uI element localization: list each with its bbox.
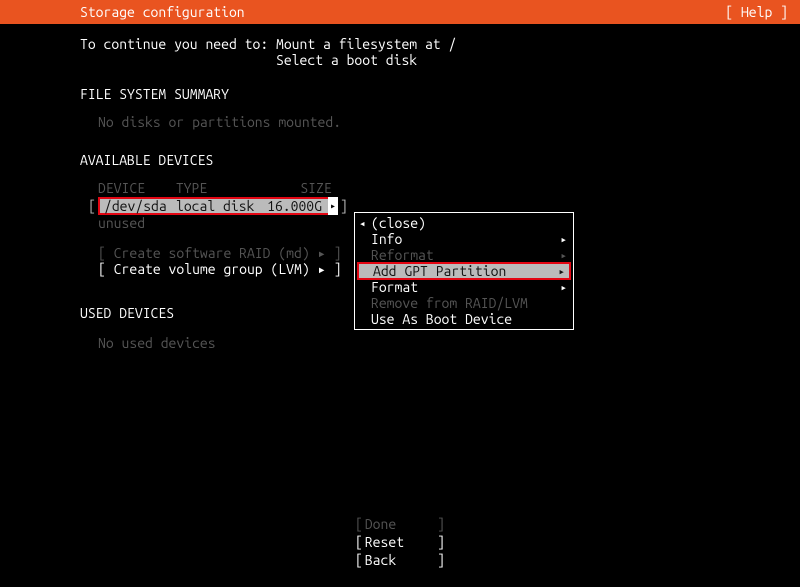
chevron-right-icon: ▸ xyxy=(557,249,567,262)
page-title: Storage configuration xyxy=(80,4,245,20)
menu-info[interactable]: Info ▸ xyxy=(357,231,571,247)
instructions: To continue you need to: Mount a filesys… xyxy=(80,36,800,68)
header-bar: Storage configuration [ Help ] xyxy=(0,0,800,24)
fs-summary-body: No disks or partitions mounted. xyxy=(80,114,800,130)
menu-remove-raid-lvm: Remove from RAID/LVM xyxy=(357,295,571,311)
instruction-line-2: Select a boot disk xyxy=(80,52,800,68)
device-type: local disk xyxy=(176,198,266,214)
done-button: [Done] xyxy=(355,515,445,533)
col-device: DEVICE xyxy=(98,180,168,196)
help-button[interactable]: [ Help ] xyxy=(725,4,788,20)
back-button[interactable]: [Back] xyxy=(355,551,445,569)
bracket-open: [ xyxy=(80,198,98,214)
bracket-close: ] xyxy=(338,198,348,214)
fs-summary-title: FILE SYSTEM SUMMARY xyxy=(80,86,800,102)
menu-reformat: Reformat ▸ xyxy=(357,247,571,263)
menu-use-as-boot[interactable]: Use As Boot Device xyxy=(357,311,571,327)
chevron-right-icon: ▸ xyxy=(557,233,567,246)
reset-button[interactable]: [Reset] xyxy=(355,533,445,551)
instruction-line-1: To continue you need to: Mount a filesys… xyxy=(80,36,800,52)
device-size: 16.000G xyxy=(266,198,326,214)
col-type: TYPE xyxy=(176,180,266,196)
device-context-menu: ◂ (close) Info ▸ Reformat ▸ Add GPT Part… xyxy=(354,212,574,330)
used-devices-body: No used devices xyxy=(80,335,800,351)
available-devices-title: AVAILABLE DEVICES xyxy=(80,152,800,168)
col-size: SIZE xyxy=(274,180,332,196)
chevron-right-icon: ▸ xyxy=(557,281,567,294)
chevron-left-icon: ◂ xyxy=(359,217,371,230)
chevron-right-icon: ▸ xyxy=(555,265,565,278)
menu-format[interactable]: Format ▸ xyxy=(357,279,571,295)
menu-close[interactable]: ◂ (close) xyxy=(357,215,571,231)
menu-add-gpt-partition[interactable]: Add GPT Partition ▸ xyxy=(357,262,571,280)
expand-icon: ▸ xyxy=(328,197,338,215)
footer-actions: [Done] [Reset] [Back] xyxy=(0,515,800,569)
device-column-headers: DEVICE TYPE SIZE xyxy=(80,180,800,196)
device-name: /dev/sda xyxy=(104,198,176,214)
